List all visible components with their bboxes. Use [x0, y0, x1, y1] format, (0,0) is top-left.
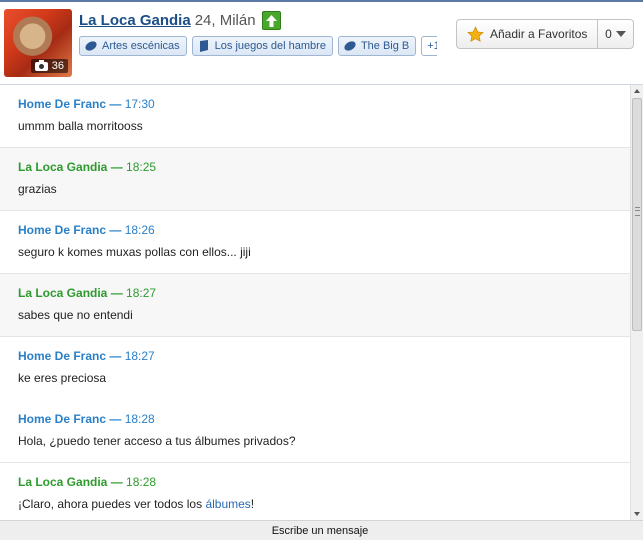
message-item: La Loca Gandia — 18:27 sabes que no ente… — [0, 274, 630, 337]
message-author[interactable]: Home De Franc — [18, 412, 106, 426]
profile-name-link[interactable]: La Loca Gandia — [79, 12, 191, 29]
tag-los-juegos-del-hambre[interactable]: Los juegos del hambre — [191, 36, 333, 56]
camera-icon — [34, 59, 48, 71]
message-author[interactable]: Home De Franc — [18, 349, 106, 363]
scrollbar[interactable] — [630, 85, 643, 520]
message-item: La Loca Gandia — 18:28 ¡Claro, ahora pue… — [0, 463, 630, 520]
message-text: grazias — [18, 182, 57, 196]
message-author[interactable]: Home De Franc — [18, 97, 106, 111]
scroll-down-arrow[interactable] — [631, 508, 643, 520]
chevron-down-icon — [615, 31, 626, 37]
message-meta: La Loca Gandia — 18:28 — [18, 475, 157, 489]
favorites-count: 0 — [605, 27, 612, 41]
profile-title: La Loca Gandia 24, Milán — [79, 11, 281, 30]
message-time: 18:26 — [124, 223, 155, 237]
message-time: 18:28 — [126, 475, 157, 489]
message-author[interactable]: La Loca Gandia — [18, 160, 107, 174]
scroll-up-arrow[interactable] — [631, 85, 643, 97]
tag-label: Artes escénicas — [102, 40, 180, 52]
profile-age-location: 24, Milán — [194, 12, 256, 29]
message-item: Home De Franc — 17:30 ummm balla morrito… — [0, 85, 630, 148]
boost-arrow-icon[interactable] — [261, 11, 281, 30]
message-item: Home De Franc — 18:26 seguro k komes mux… — [0, 211, 630, 274]
favorites-label: Añadir a Favoritos — [490, 27, 588, 41]
message-meta: Home De Franc — 18:26 — [18, 223, 155, 237]
tag-the-big-b[interactable]: The Big B — [337, 36, 417, 56]
message-time: 17:30 — [124, 97, 155, 111]
message-text: ke eres preciosa — [18, 371, 107, 385]
avatar[interactable]: 36 — [4, 9, 72, 77]
compose-label: Escribe un mensaje — [271, 524, 369, 537]
message-text-part: ! — [250, 497, 255, 511]
message-group: Home De Franc — 18:27 ke eres preciosa H… — [0, 337, 630, 463]
arrow-down-icon — [634, 512, 640, 516]
masks-icon — [344, 41, 356, 51]
message-text-part: ¡Claro, ahora puedes ver todos los — [18, 497, 206, 511]
masks-icon — [85, 41, 97, 51]
profile-header: 36 La Loca Gandia 24, Milán Artes escéni… — [0, 2, 643, 85]
message-text: sabes que no entendi — [18, 308, 133, 322]
message-list[interactable]: Home De Franc — 17:30 ummm balla morrito… — [0, 85, 630, 520]
message-item: La Loca Gandia — 18:25 grazias — [0, 148, 630, 211]
message-text: ¡Claro, ahora puedes ver todos los álbum… — [18, 497, 612, 511]
message-time: 18:28 — [124, 412, 155, 426]
message-meta: La Loca Gandia — 18:25 — [18, 160, 157, 174]
message-author[interactable]: Home De Franc — [18, 223, 106, 237]
star-icon — [467, 25, 484, 42]
message-text: ummm balla morritooss — [18, 119, 143, 133]
tag-label: Los juegos del hambre — [214, 40, 326, 52]
message-meta: Home De Franc — 18:28 — [18, 412, 155, 426]
message-meta: Home De Franc — 17:30 — [18, 97, 155, 111]
book-icon — [199, 40, 208, 52]
compose-message-bar[interactable]: Escribe un mensaje — [0, 520, 643, 540]
photo-count-badge[interactable]: 36 — [30, 59, 68, 73]
albums-link[interactable]: álbumes — [205, 497, 250, 511]
message-time: 18:27 — [126, 286, 157, 300]
message-author[interactable]: La Loca Gandia — [18, 286, 107, 300]
message-author[interactable]: La Loca Gandia — [18, 475, 107, 489]
message-meta: La Loca Gandia — 18:27 — [18, 286, 157, 300]
arrow-up-icon — [634, 89, 640, 93]
message-time: 18:27 — [124, 349, 155, 363]
photo-count: 36 — [51, 60, 64, 72]
add-to-favorites-button[interactable]: Añadir a Favoritos — [456, 19, 598, 49]
message-text: seguro k komes muxas pollas con ellos...… — [18, 245, 251, 259]
message-time: 18:25 — [126, 160, 157, 174]
scrollbar-thumb[interactable] — [632, 98, 642, 331]
grip-icon — [635, 207, 640, 216]
more-tags-button[interactable]: +11 — [421, 36, 437, 56]
tag-label: The Big B — [360, 40, 410, 52]
tag-artes-escenicas[interactable]: Artes escénicas — [79, 36, 187, 56]
interest-tags: Artes escénicas Los juegos del hambre Th… — [79, 36, 437, 56]
favorites-count-dropdown[interactable]: 0 — [598, 19, 634, 49]
message-text: Hola, ¿puedo tener acceso a tus álbumes … — [18, 434, 296, 448]
message-meta: Home De Franc — 18:27 — [18, 349, 155, 363]
